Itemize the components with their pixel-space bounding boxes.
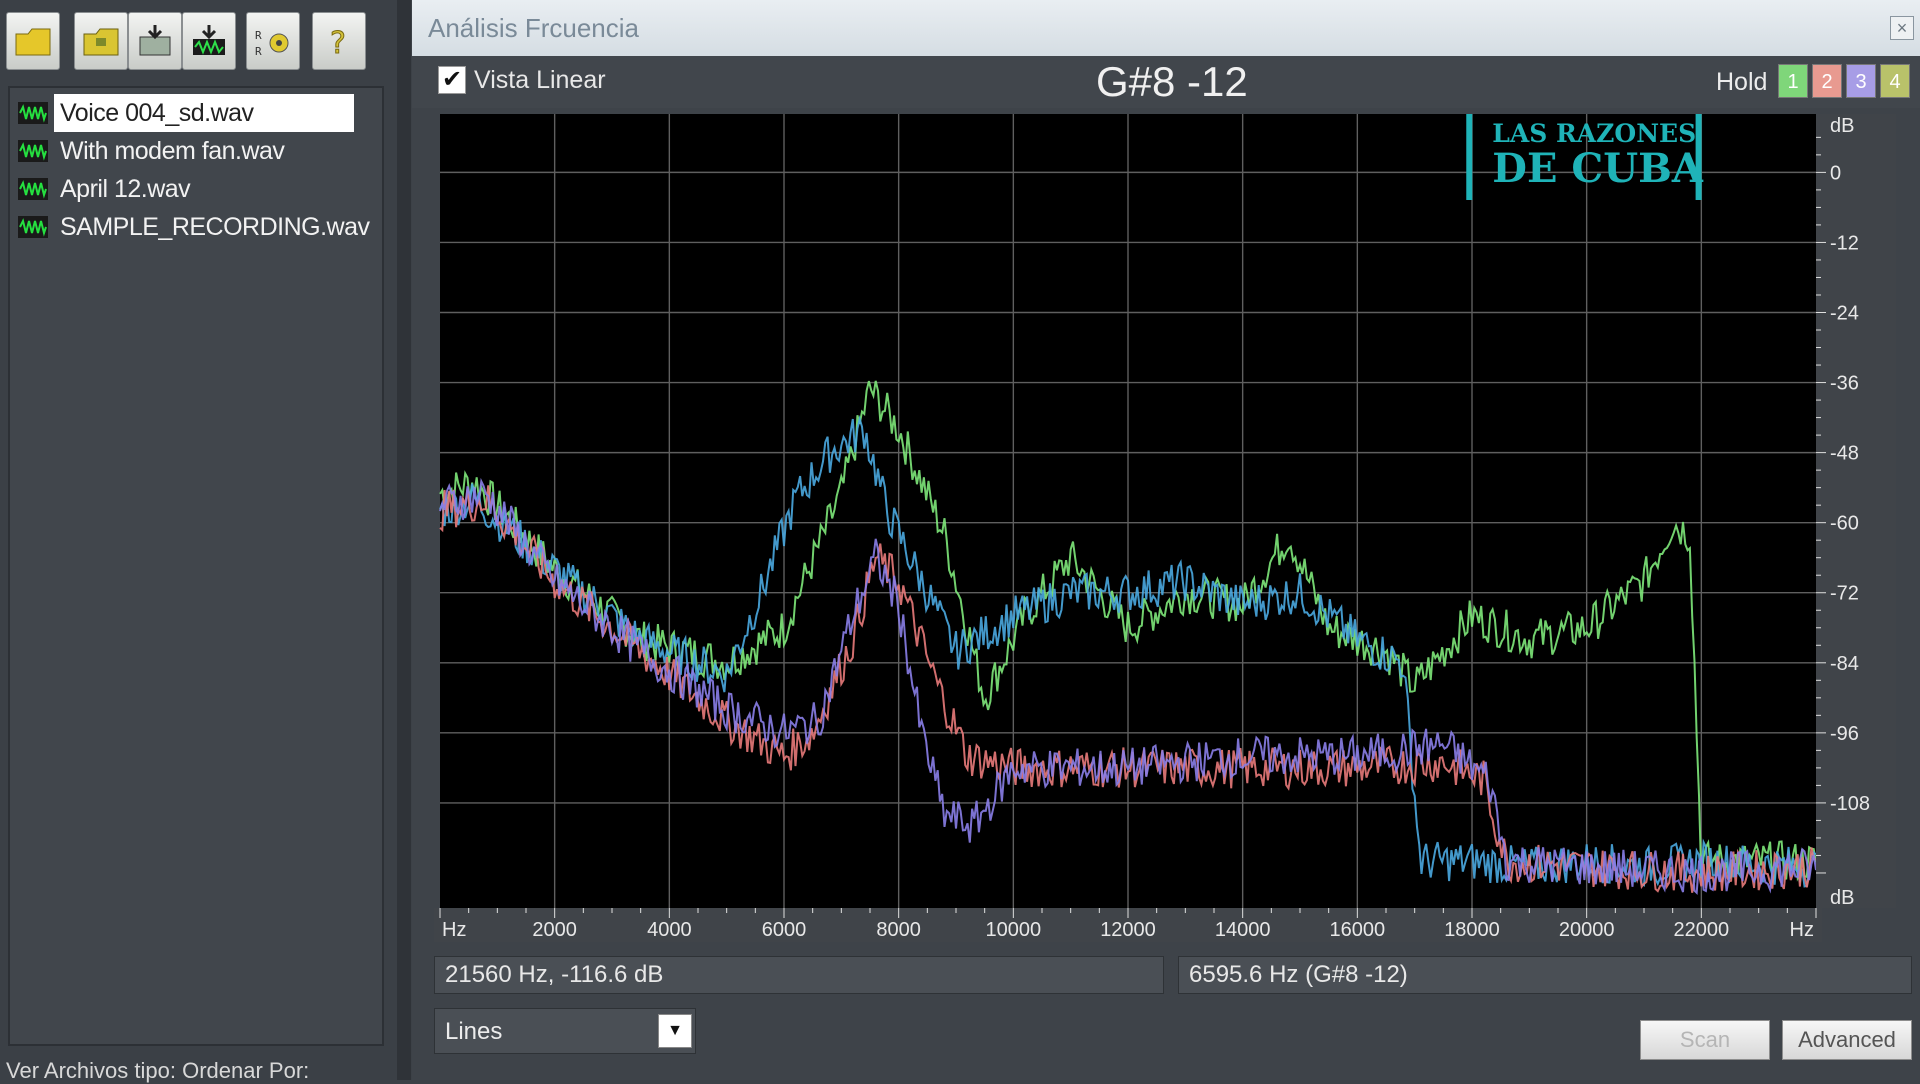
- display-mode-value: Lines: [445, 1018, 503, 1045]
- toolbar: RR ?: [6, 12, 376, 74]
- close-icon: ×: [1896, 18, 1908, 38]
- frequency-analysis-window: Análisis Frcuencia × ✔ Vista Linear G#8 …: [412, 0, 1920, 1080]
- peak-readout: 6595.6 Hz (G#8 -12): [1178, 956, 1912, 994]
- file-name: Voice 004_sd.wav: [54, 94, 354, 132]
- spectrum-chart[interactable]: LAS RAZONES DE CUBA Hz 2000 4000 6000 8000 10…: [434, 110, 1914, 942]
- import-icon: [139, 25, 171, 56]
- svg-text:R: R: [255, 29, 262, 42]
- hold-label: Hold: [1716, 68, 1768, 96]
- list-item[interactable]: With modem fan.wav: [18, 132, 380, 170]
- hold-button-2[interactable]: 2: [1812, 64, 1842, 98]
- y-tick-label: -96: [1830, 723, 1859, 745]
- file-list[interactable]: Voice 004_sd.wav With modem fan.wav Apri…: [8, 86, 384, 1046]
- help-icon: ?: [330, 26, 347, 60]
- y-tick-label: -84: [1830, 653, 1859, 675]
- spectrum-plot[interactable]: LAS RAZONES DE CUBA Hz 2000 4000 6000 8000 10…: [434, 110, 1914, 942]
- controls-bar: ✔ Vista Linear G#8 -12 Hold 1 2 3 4: [412, 56, 1920, 108]
- wave-file-icon: [18, 216, 48, 238]
- x-tick-label: 12000: [1100, 919, 1156, 941]
- vista-linear-label: Vista Linear: [474, 66, 606, 94]
- x-tick-label: 14000: [1215, 919, 1271, 941]
- file-name: April 12.wav: [60, 174, 191, 203]
- y-tick-label: -24: [1830, 303, 1859, 325]
- x-tick-label: 2000: [532, 919, 577, 941]
- x-axis-unit-label-right: Hz: [1790, 919, 1814, 941]
- y-axis-unit-label-top: dB: [1830, 115, 1854, 137]
- chevron-down-icon: ▼: [667, 1022, 683, 1039]
- y-tick-label: -72: [1830, 583, 1859, 605]
- x-tick-label: 8000: [876, 919, 921, 941]
- y-axis: dB 0 -12 -24 -36 -48 -60 -72 -84 -96 -108 dB: [1816, 114, 1896, 909]
- y-tick-label: -108: [1830, 793, 1870, 815]
- vista-linear-checkbox[interactable]: ✔: [438, 66, 466, 94]
- x-tick-label: 20000: [1559, 919, 1615, 941]
- close-button[interactable]: ×: [1890, 16, 1914, 40]
- watermark-bar-left: [1466, 114, 1473, 200]
- x-axis: Hz 2000 4000 6000 8000 10000 12000 14000 16000 18…: [434, 908, 1822, 942]
- check-icon: ✔: [441, 66, 463, 93]
- y-tick-label: 0: [1830, 162, 1841, 184]
- folder-icon: [83, 28, 119, 56]
- cursor-readout: 21560 Hz, -116.6 dB: [434, 956, 1164, 994]
- panel-splitter[interactable]: [397, 0, 411, 1080]
- window-title: Análisis Frcuencia: [428, 13, 639, 43]
- x-tick-label: 16000: [1330, 919, 1386, 941]
- y-tick-label: -48: [1830, 443, 1859, 465]
- open-folder-button[interactable]: [6, 12, 60, 70]
- help-button[interactable]: ?: [312, 12, 366, 70]
- dropdown-arrow-button[interactable]: ▼: [658, 1014, 692, 1048]
- watermark: LAS RAZONES DE CUBA: [1466, 114, 1704, 200]
- hold-button-3[interactable]: 3: [1846, 64, 1876, 98]
- x-tick-label: 22000: [1674, 919, 1730, 941]
- svg-text:R: R: [255, 45, 262, 58]
- list-item[interactable]: Voice 004_sd.wav: [18, 94, 380, 132]
- hold-button-1[interactable]: 1: [1778, 64, 1808, 98]
- x-axis-unit-label-left: Hz: [442, 919, 466, 941]
- y-tick-label: -36: [1830, 373, 1859, 395]
- folder-icon: [15, 28, 51, 56]
- display-mode-select[interactable]: Lines ▼: [434, 1008, 696, 1054]
- advanced-button[interactable]: Advanced: [1782, 1020, 1912, 1060]
- hold-button-4[interactable]: 4: [1880, 64, 1910, 98]
- note-display: G#8 -12: [1096, 58, 1248, 105]
- wave-import-icon: [193, 25, 225, 55]
- x-tick-label: 10000: [986, 919, 1042, 941]
- import-button[interactable]: [128, 12, 182, 70]
- file-browser-panel: RR ? Voice 004_sd.wav With modem fan.wav…: [0, 0, 408, 1083]
- y-axis-unit-label-bottom: dB: [1830, 887, 1854, 909]
- x-tick-label: 18000: [1444, 919, 1500, 941]
- y-tick-label: -60: [1830, 513, 1859, 535]
- x-tick-label: 6000: [762, 919, 807, 941]
- settings-button[interactable]: RR: [246, 12, 300, 70]
- x-tick-label: 4000: [647, 919, 692, 941]
- wave-file-icon: [18, 102, 48, 124]
- list-item[interactable]: SAMPLE_RECORDING.wav: [18, 208, 380, 246]
- title-bar: Análisis Frcuencia ×: [412, 0, 1920, 56]
- y-tick-label: -12: [1830, 232, 1859, 254]
- file-filter-label: Ver Archivos tipo: Ordenar Por:: [6, 1058, 310, 1083]
- wave-file-icon: [18, 140, 48, 162]
- gear-icon: RR: [255, 29, 289, 58]
- import-wave-button[interactable]: [182, 12, 236, 70]
- watermark-line-2: DE CUBA: [1492, 145, 1704, 192]
- list-item[interactable]: April 12.wav: [18, 170, 380, 208]
- scan-button[interactable]: Scan: [1640, 1020, 1770, 1060]
- svg-text:?: ?: [330, 26, 346, 59]
- file-name: With modem fan.wav: [60, 136, 285, 165]
- watermark-line-1: LAS RAZONES: [1492, 119, 1696, 148]
- browse-folder-button[interactable]: [74, 12, 128, 70]
- file-name: SAMPLE_RECORDING.wav: [60, 212, 370, 241]
- wave-file-icon: [18, 178, 48, 200]
